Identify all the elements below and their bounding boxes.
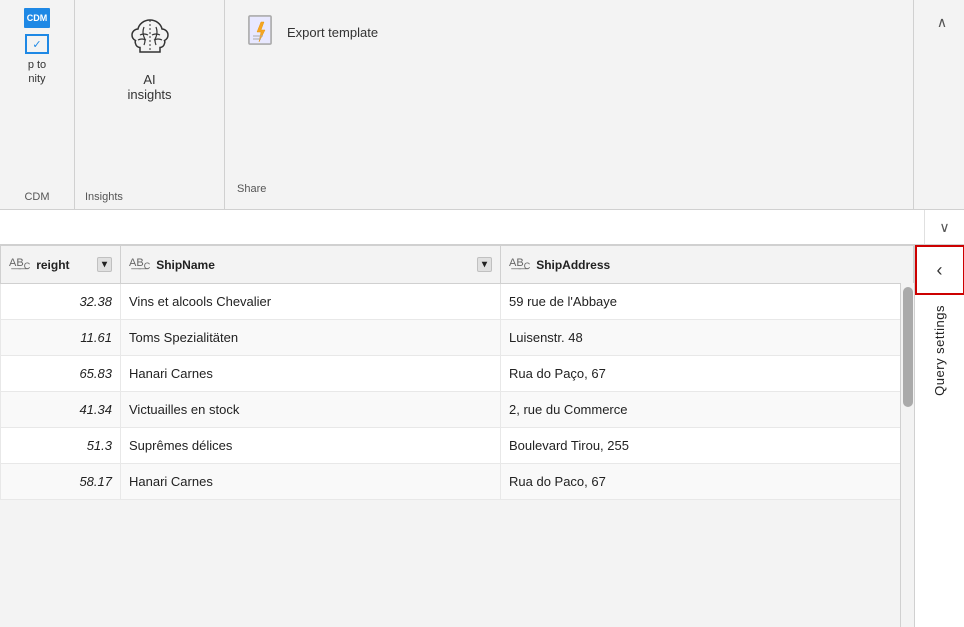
freight-dropdown-arrow[interactable]: ▾ — [97, 257, 112, 272]
cell-shipaddress: 2, rue du Commerce — [501, 392, 914, 428]
cell-shipname: Toms Spezialitäten — [121, 320, 501, 356]
table-row: 65.83Hanari CarnesRua do Paço, 67 — [1, 356, 914, 392]
ai-brain-icon — [124, 12, 176, 64]
collapse-ribbon-button[interactable]: ∧ — [928, 8, 956, 36]
cell-freight: 32.38 — [1, 284, 121, 320]
ai-insights-label: AIinsights — [127, 72, 171, 102]
query-settings-collapse-button[interactable]: ‹ — [915, 245, 964, 295]
cell-shipaddress: Rua do Paco, 67 — [501, 464, 914, 500]
shipname-dropdown-arrow[interactable]: ▾ — [477, 257, 492, 272]
query-settings-label: Query settings — [932, 305, 947, 396]
query-settings-panel: ‹ Query settings — [914, 245, 964, 627]
table-container: A͟B͟C reight ▾ A͟B͟C ShipName ▾ — [0, 245, 964, 627]
cell-freight: 65.83 — [1, 356, 121, 392]
data-grid: A͟B͟C reight ▾ A͟B͟C ShipName ▾ — [0, 245, 914, 500]
table-body: 32.38Vins et alcools Chevalier59 rue de … — [1, 284, 914, 500]
share-section-label: Share — [237, 183, 266, 201]
cell-shipname: Suprêmes délices — [121, 428, 501, 464]
shipaddress-type-icon: A͟B͟C — [509, 257, 530, 271]
cell-shipname: Vins et alcools Chevalier — [121, 284, 501, 320]
toolbar-cdm-section: CDM ✓ p tonity CDM — [0, 0, 75, 209]
cell-shipaddress: Luisenstr. 48 — [501, 320, 914, 356]
cdm-section-label: CDM — [24, 191, 49, 209]
cell-shipaddress: 59 rue de l'Abbaye — [501, 284, 914, 320]
table-row: 32.38Vins et alcools Chevalier59 rue de … — [1, 284, 914, 320]
toolbar-share-section: Export template Share — [225, 0, 914, 209]
cell-shipname: Victuailles en stock — [121, 392, 501, 428]
cdm-group: CDM ✓ p tonity — [24, 8, 50, 87]
col-header-shipname: A͟B͟C ShipName ▾ — [121, 246, 501, 284]
cell-shipaddress: Rua do Paço, 67 — [501, 356, 914, 392]
export-template-button[interactable]: Export template — [237, 8, 388, 56]
shipname-type-icon: A͟B͟C — [129, 257, 150, 271]
insights-section-label: Insights — [75, 191, 123, 209]
cell-shipname: Hanari Carnes — [121, 464, 501, 500]
table-header-row: A͟B͟C reight ▾ A͟B͟C ShipName ▾ — [1, 246, 914, 284]
cell-shipname: Hanari Carnes — [121, 356, 501, 392]
table-row: 51.3Suprêmes délicesBoulevard Tirou, 255 — [1, 428, 914, 464]
cell-freight: 41.34 — [1, 392, 121, 428]
formula-input[interactable] — [0, 210, 924, 244]
freight-type-icon: A͟B͟C — [9, 257, 30, 271]
toolbar-insights-section[interactable]: AIinsights Insights — [75, 0, 225, 209]
formula-bar: ∨ — [0, 210, 964, 245]
export-template-icon — [247, 14, 279, 50]
cell-freight: 11.61 — [1, 320, 121, 356]
table-row: 41.34Victuailles en stock2, rue du Comme… — [1, 392, 914, 428]
toolbar-collapse-area: ∧ — [914, 0, 964, 209]
table-row: 58.17Hanari CarnesRua do Paco, 67 — [1, 464, 914, 500]
cell-freight: 58.17 — [1, 464, 121, 500]
map-to-entity-icon: ✓ — [25, 34, 49, 54]
vertical-scrollbar-track[interactable] — [900, 283, 914, 627]
freight-col-label: reight — [36, 258, 69, 272]
vertical-scrollbar-thumb[interactable] — [903, 287, 913, 407]
data-table: A͟B͟C reight ▾ A͟B͟C ShipName ▾ — [0, 245, 914, 627]
export-template-label: Export template — [287, 25, 378, 40]
ai-insights-icon-container — [120, 8, 180, 68]
query-settings-collapse-icon: ‹ — [937, 260, 943, 281]
shipname-col-label: ShipName — [156, 258, 215, 272]
shipaddress-col-label: ShipAddress — [536, 258, 610, 272]
col-header-shipaddress: A͟B͟C ShipAddress — [501, 246, 914, 284]
cell-shipaddress: Boulevard Tirou, 255 — [501, 428, 914, 464]
cdm-icon: CDM — [24, 8, 50, 28]
cdm-icons: CDM — [24, 8, 50, 28]
formula-dropdown-button[interactable]: ∨ — [924, 210, 964, 244]
map-to-entity-label: p tonity — [28, 58, 46, 87]
table-row: 11.61Toms SpezialitätenLuisenstr. 48 — [1, 320, 914, 356]
cell-freight: 51.3 — [1, 428, 121, 464]
toolbar: CDM ✓ p tonity CDM AIinsights Insights — [0, 0, 964, 210]
col-header-freight: A͟B͟C reight ▾ — [1, 246, 121, 284]
